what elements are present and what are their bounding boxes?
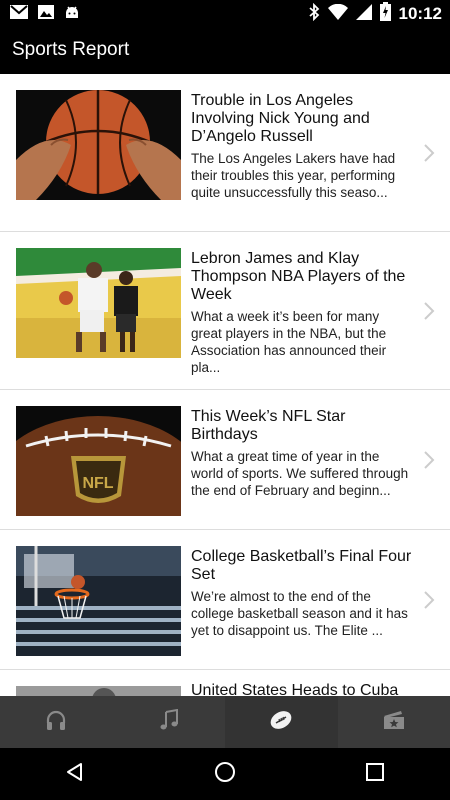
basketball-hands-image [16,90,181,200]
system-nav-bar [0,748,450,800]
tab-ticket[interactable] [338,696,450,748]
article-title: Trouble in Los Angeles Involving Nick Yo… [191,92,370,145]
article-title: College Basketball’s Final Four Set [191,548,412,583]
article-summary: What a great time of year in the world o… [191,449,409,498]
partial-image [16,686,181,696]
svg-text:NFL: NFL [82,475,113,492]
article-title: Lebron James and Klay Thompson NBA Playe… [191,250,406,303]
chevron-right-icon [422,590,436,610]
tab-music[interactable] [113,696,226,748]
battery-charging-icon [379,2,391,26]
list-item[interactable]: College Basketball’s Final Four Set We’r… [0,530,450,670]
tab-headphones[interactable] [0,696,113,748]
chevron-right-icon [422,301,436,321]
signal-icon [355,3,372,25]
home-button[interactable] [150,748,300,800]
list-item[interactable]: NFL This Week’s NFL Star Birthdays What … [0,390,450,530]
basketball-hoop-image [16,546,181,656]
android-icon [64,4,80,25]
recents-icon [365,762,385,787]
headphones-icon [45,709,67,736]
article-title: This Week’s NFL Star Birthdays [191,408,346,443]
tab-football[interactable] [225,696,338,748]
back-button[interactable] [0,748,150,800]
home-icon [214,761,236,788]
status-bar: 10:12 [0,0,450,26]
recents-button[interactable] [300,748,450,800]
image-icon [38,5,54,24]
chevron-right-icon [422,143,436,163]
music-note-icon [158,708,180,736]
chevron-right-icon [422,450,436,470]
app-bar: Sports Report [0,26,450,74]
article-summary: What a week it’s been for many great pla… [191,309,387,375]
back-icon [65,762,85,787]
status-time: 10:12 [398,4,442,23]
article-summary: We’re almost to the end of the college b… [191,589,408,638]
list-item[interactable]: United States Heads to Cuba [0,670,450,696]
article-summary: The Los Angeles Lakers have had their tr… [191,151,396,200]
football-icon [268,709,294,736]
article-list[interactable]: Trouble in Los Angeles Involving Nick Yo… [0,74,450,696]
nfl-football-image: NFL [16,406,181,516]
wifi-icon [327,3,348,25]
list-item[interactable]: Trouble in Los Angeles Involving Nick Yo… [0,74,450,232]
gmail-icon [10,5,28,24]
bluetooth-icon [308,2,320,26]
article-title: United States Heads to Cuba [191,682,399,696]
bottom-tab-bar [0,696,450,748]
ticket-icon [383,710,405,735]
page-title: Sports Report [12,39,130,60]
list-item[interactable]: Lebron James and Klay Thompson NBA Playe… [0,232,450,390]
basketball-players-image [16,248,181,358]
